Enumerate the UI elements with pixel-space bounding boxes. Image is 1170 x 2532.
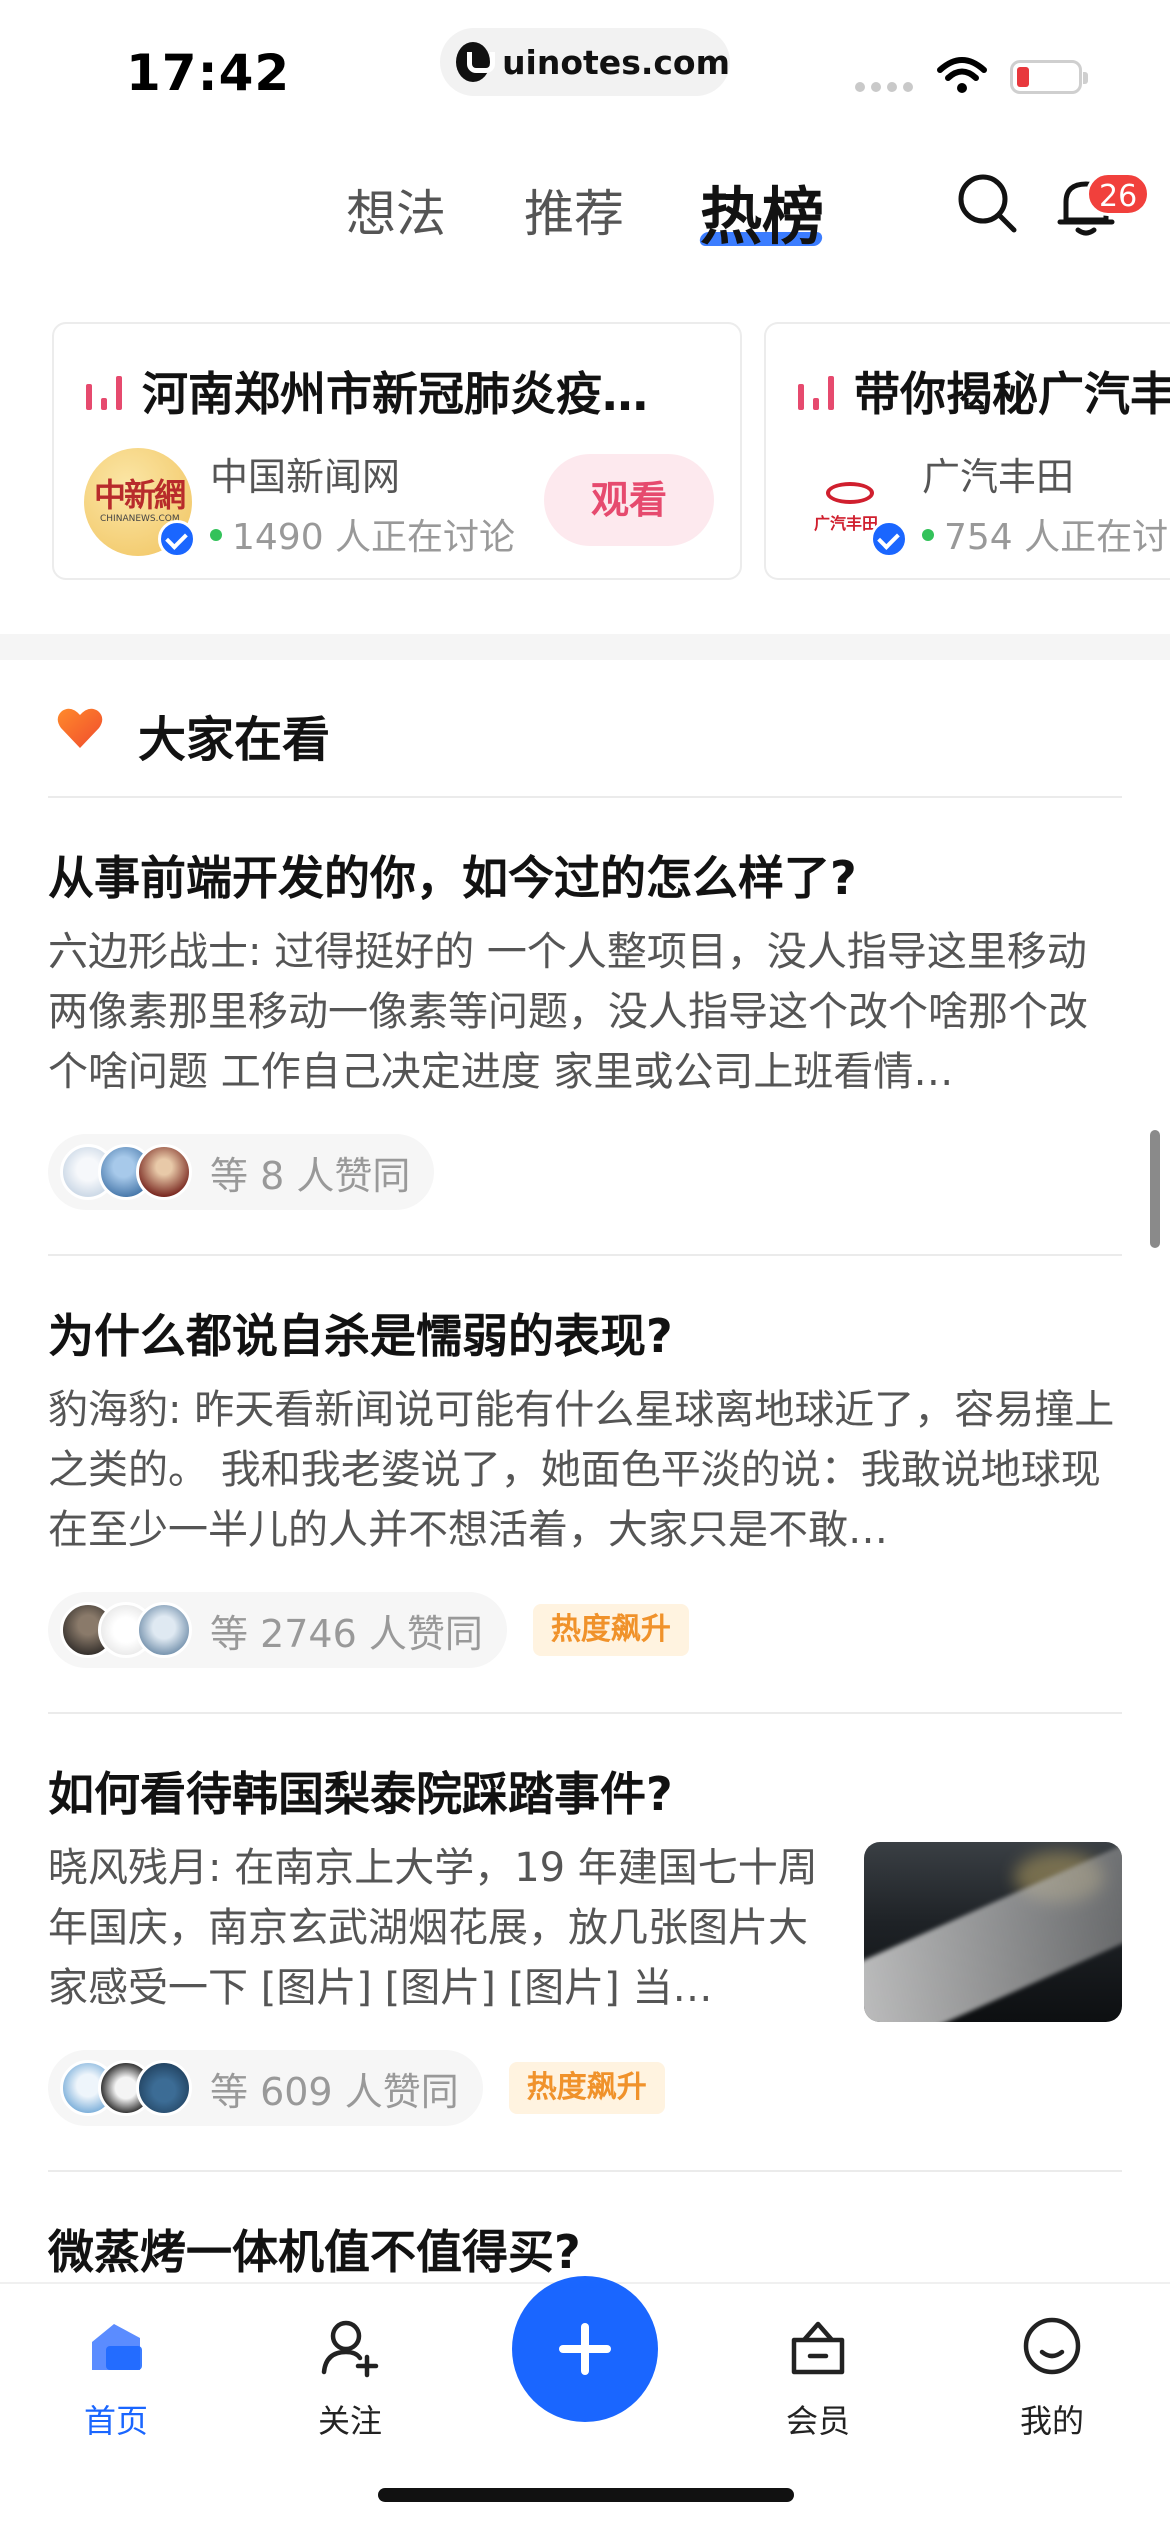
hot-rank-icon xyxy=(86,376,122,410)
question-title[interactable]: 从事前端开发的你，如今过的怎么样了? xyxy=(48,842,857,908)
discussion-count: 754 人正在讨 xyxy=(944,517,1169,558)
hot-rank-icon xyxy=(798,376,834,410)
avatar-logo-text: 广汽丰田 xyxy=(814,514,879,533)
tab-label: 我的 xyxy=(1019,2402,1084,2440)
vote-count: 等 609 人赞同 xyxy=(210,2069,459,2114)
site-logo-icon xyxy=(456,42,496,82)
vote-pill[interactable]: 等 609 人赞同 xyxy=(48,2050,483,2126)
tab-thoughts[interactable]: 想法 xyxy=(346,174,446,246)
profile-icon xyxy=(1023,2317,1081,2375)
avatar-logo-text: 中新網 xyxy=(94,476,186,514)
vote-row: 等 2746 人赞同 热度飙升 xyxy=(48,1592,689,1668)
discussion-count: 1490 人正在讨论 xyxy=(232,517,516,558)
trending-badge: 热度飙升 xyxy=(532,1604,689,1656)
tab-label: 首页 xyxy=(83,2402,148,2440)
question-title[interactable]: 为什么都说自杀是懦弱的表现? xyxy=(48,1300,673,1366)
tab-member[interactable]: 会员 xyxy=(748,2314,888,2442)
watch-button[interactable]: 观看 xyxy=(544,454,714,546)
hot-card[interactable]: 带你揭秘广汽丰 广汽丰田 广汽丰田 754 人正在讨 xyxy=(764,322,1170,580)
notification-badge: 26 xyxy=(1086,172,1151,216)
home-icon xyxy=(92,2324,142,2370)
tab-hot-list[interactable]: 热榜 xyxy=(700,166,824,256)
avatar xyxy=(136,2060,192,2116)
answer-excerpt[interactable]: 晓风残月: 在南京上大学，19 年建国七十周年国庆，南京玄武湖烟花展，放几张图片… xyxy=(48,1838,838,2018)
question-title[interactable]: 微蒸烤一体机值不值得买? xyxy=(48,2216,581,2282)
search-icon[interactable] xyxy=(954,170,1020,236)
status-bar: 17:42 uinotes.com xyxy=(0,0,1170,140)
tab-label: 会员 xyxy=(785,2402,850,2440)
tab-label: 关注 xyxy=(317,2402,382,2440)
trending-badge: 热度飙升 xyxy=(508,2062,665,2114)
live-dot-icon xyxy=(922,529,934,541)
hot-card[interactable]: 河南郑州市新冠肺炎疫… 中新網 CHINANEWS.COM 中国新闻网 1490… xyxy=(52,322,742,580)
avatar xyxy=(136,1602,192,1658)
heart-icon xyxy=(57,708,103,748)
wifi-icon xyxy=(937,57,987,93)
divider xyxy=(48,1712,1122,1714)
section-divider xyxy=(0,634,1170,660)
tab-profile[interactable]: 我的 xyxy=(982,2314,1122,2442)
status-time: 17:42 xyxy=(126,44,291,102)
vote-pill[interactable]: 等 2746 人赞同 xyxy=(48,1592,507,1668)
hot-card-title[interactable]: 河南郑州市新冠肺炎疫… xyxy=(142,358,648,424)
vote-count: 等 2746 人赞同 xyxy=(210,1611,483,1656)
hot-card-source: 中国新闻网 xyxy=(210,455,401,499)
answer-thumbnail[interactable] xyxy=(864,1842,1122,2022)
battery-icon xyxy=(1010,60,1088,94)
hot-card-discussion: 1490 人正在讨论 xyxy=(210,508,515,560)
scrollbar[interactable] xyxy=(1150,1130,1160,1248)
live-dot-icon xyxy=(210,529,222,541)
url-pill[interactable]: uinotes.com xyxy=(440,28,730,96)
vote-row: 等 609 人赞同 热度飙升 xyxy=(48,2050,665,2126)
tab-home[interactable]: 首页 xyxy=(46,2314,186,2442)
hot-card-title[interactable]: 带你揭秘广汽丰 xyxy=(854,358,1170,424)
top-nav: 想法 推荐 热榜 26 xyxy=(0,150,1170,260)
hot-card-discussion: 754 人正在讨 xyxy=(922,508,1168,560)
vote-row: 等 8 人赞同 xyxy=(48,1134,435,1210)
toyota-logo-icon xyxy=(826,482,874,504)
home-indicator xyxy=(378,2488,794,2502)
member-icon xyxy=(791,2321,845,2375)
question-title[interactable]: 如何看待韩国梨泰院踩踏事件? xyxy=(48,1758,673,1824)
answer-excerpt[interactable]: 豹海豹: 昨天看新闻说可能有什么星球离地球近了，容易撞上之类的。 我和我老婆说了… xyxy=(48,1380,1122,1560)
url-text: uinotes.com xyxy=(502,42,730,82)
follow-icon xyxy=(321,2320,379,2378)
vote-pill[interactable]: 等 8 人赞同 xyxy=(48,1134,435,1210)
hot-card-source: 广汽丰田 xyxy=(922,455,1075,499)
tab-follow[interactable]: 关注 xyxy=(280,2314,420,2442)
tab-recommend[interactable]: 推荐 xyxy=(524,174,624,246)
divider xyxy=(48,796,1122,798)
answer-excerpt[interactable]: 六边形战士: 过得挺好的 一个人整项目，没人指导这里移动两像素那里移动一像素等问… xyxy=(48,922,1122,1102)
create-button[interactable] xyxy=(512,2276,658,2422)
avatar xyxy=(136,1144,192,1200)
section-title: 大家在看 xyxy=(138,712,331,768)
verified-icon xyxy=(158,520,196,558)
cellular-signal-icon xyxy=(855,82,913,92)
divider xyxy=(48,1254,1122,1256)
verified-icon xyxy=(870,520,908,558)
divider xyxy=(48,2170,1122,2172)
vote-count: 等 8 人赞同 xyxy=(210,1153,411,1198)
